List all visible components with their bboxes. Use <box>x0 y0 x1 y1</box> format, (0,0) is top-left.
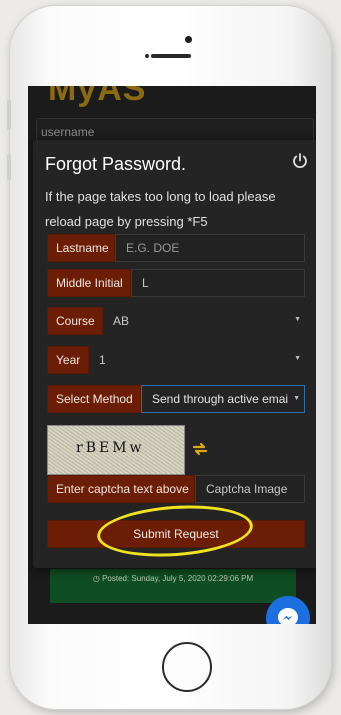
posted-banner: ◷ Posted: Sunday, July 5, 2020 02:29:06 … <box>50 569 296 603</box>
middle-initial-row: Middle Initial L <box>47 269 305 297</box>
method-select[interactable]: Send through active emai ▼ <box>141 385 305 413</box>
middle-initial-input[interactable]: L <box>131 269 305 297</box>
home-button[interactable] <box>162 642 212 692</box>
yellow-highlight-circle <box>95 500 255 562</box>
power-icon[interactable] <box>291 152 309 170</box>
modal-message: If the page takes too long to load pleas… <box>45 189 276 229</box>
course-select[interactable]: AB ▼ <box>103 307 305 335</box>
chevron-down-icon: ▼ <box>293 395 300 402</box>
phone-sensor <box>145 54 149 58</box>
middle-initial-label: Middle Initial <box>47 269 131 297</box>
method-row: Select Method Send through active emai ▼ <box>47 385 305 413</box>
chevron-down-icon: ▼ <box>294 316 301 323</box>
messenger-icon <box>278 608 298 624</box>
refresh-icon[interactable] <box>191 440 209 458</box>
modal-title: Forgot Password. <box>45 154 187 174</box>
phone-speaker <box>151 54 191 58</box>
year-label: Year <box>47 346 89 374</box>
phone-side-button <box>7 154 11 180</box>
phone-side-button <box>7 100 11 130</box>
year-row: Year 1 ▼ <box>47 346 305 374</box>
chevron-down-icon: ▼ <box>294 355 301 362</box>
lastname-row: Lastname E.G. DOE <box>47 234 305 262</box>
app-logo: MyAS <box>48 86 147 108</box>
forgot-password-modal: Forgot Password. If the page takes too l… <box>33 140 316 568</box>
method-value: Send through active emai <box>152 392 289 406</box>
captcha-image-text: rBEMw <box>76 440 145 456</box>
year-value: 1 <box>99 353 106 367</box>
phone-camera <box>185 36 192 43</box>
lastname-input[interactable]: E.G. DOE <box>115 234 305 262</box>
captcha-row: Enter captcha text above Captcha Image <box>47 475 305 503</box>
course-row: Course AB ▼ <box>47 307 305 335</box>
course-label: Course <box>47 307 103 335</box>
posted-text: Posted: Sunday, July 5, 2020 02:29:06 PM <box>102 574 254 583</box>
course-value: AB <box>113 314 130 328</box>
captcha-label: Enter captcha text above <box>47 475 195 503</box>
method-label: Select Method <box>47 385 141 413</box>
captcha-input[interactable]: Captcha Image <box>195 475 305 503</box>
lastname-label: Lastname <box>47 234 115 262</box>
year-select[interactable]: 1 ▼ <box>89 346 305 374</box>
clock-icon: ◷ <box>92 574 100 583</box>
phone-screen: MyAS username ◷ Posted: Sunday, July 5, … <box>28 86 316 624</box>
captcha-image: rBEMw <box>47 425 185 475</box>
